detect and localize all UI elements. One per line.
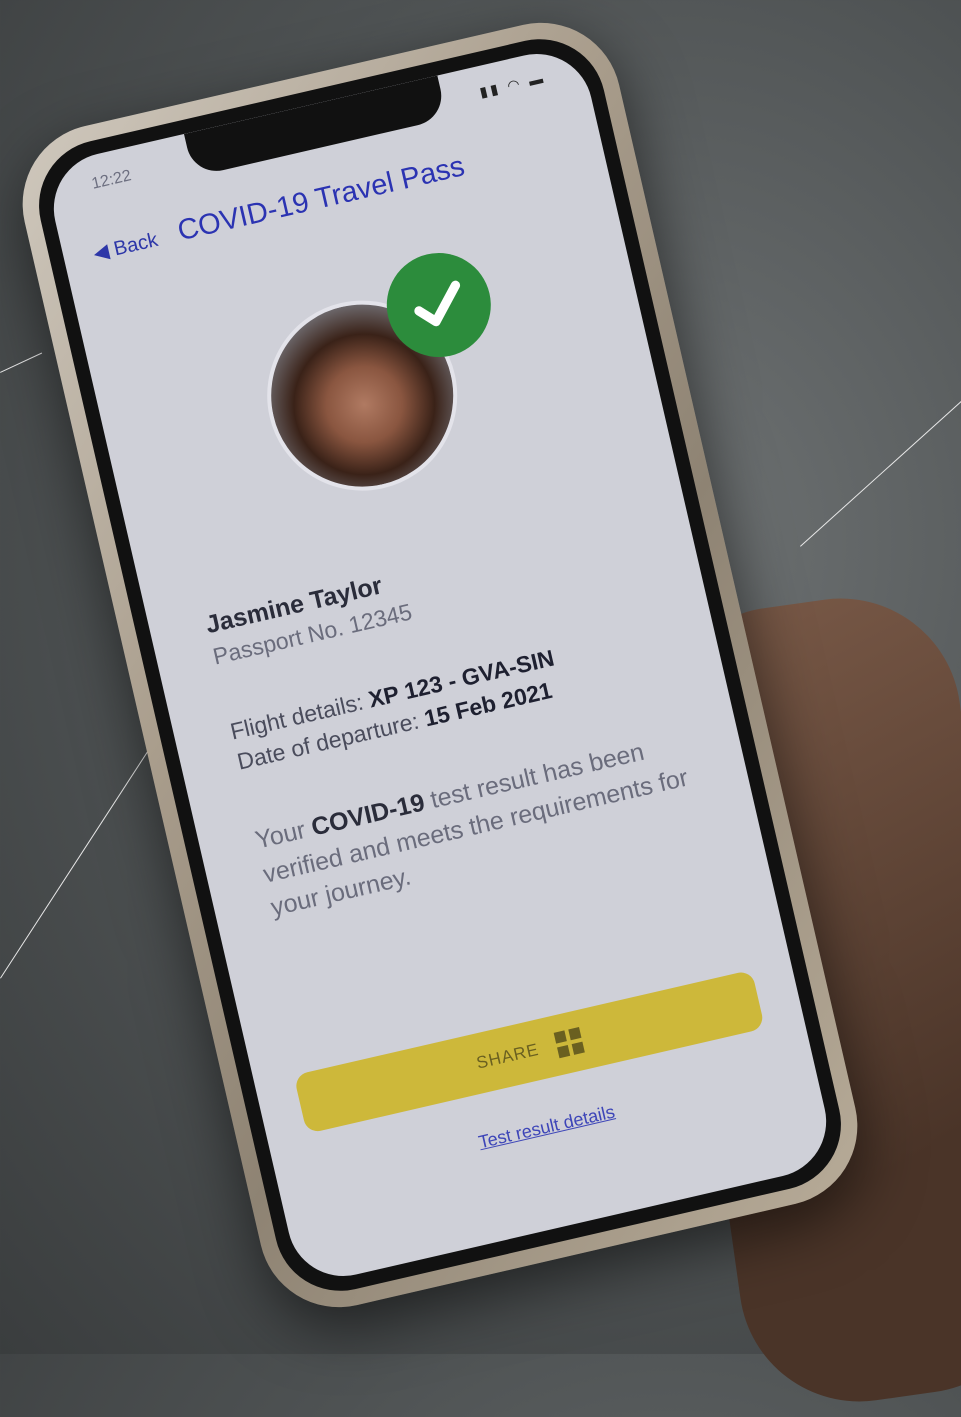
message-prefix: Your [252,816,309,855]
phone: 12:22 ▮▮ ◠ ▬ ◀ Back COVID-19 Travel Pass… [6,6,874,1324]
share-label: SHARE [474,1039,541,1073]
phone-screen: 12:22 ▮▮ ◠ ▬ ◀ Back COVID-19 Travel Pass… [42,42,838,1288]
avatar-container [248,242,502,510]
traveler-info: Jasmine Taylor Passport No. 12345 Flight… [203,508,727,926]
status-icons: ▮▮ ◠ ▬ [478,69,548,101]
status-time: 12:22 [90,167,133,193]
annotation-line-left-top [0,352,43,373]
qr-code-icon [553,1027,585,1059]
back-button[interactable]: ◀ Back [91,227,160,266]
back-label: Back [111,228,160,261]
battery-icon: ▬ [527,69,548,89]
navbar: ◀ Back COVID-19 Travel Pass [89,123,584,268]
annotation-line-right [800,398,961,547]
wifi-icon: ◠ [505,74,525,94]
signal-icon: ▮▮ [477,79,503,101]
share-button[interactable]: SHARE [293,969,766,1134]
